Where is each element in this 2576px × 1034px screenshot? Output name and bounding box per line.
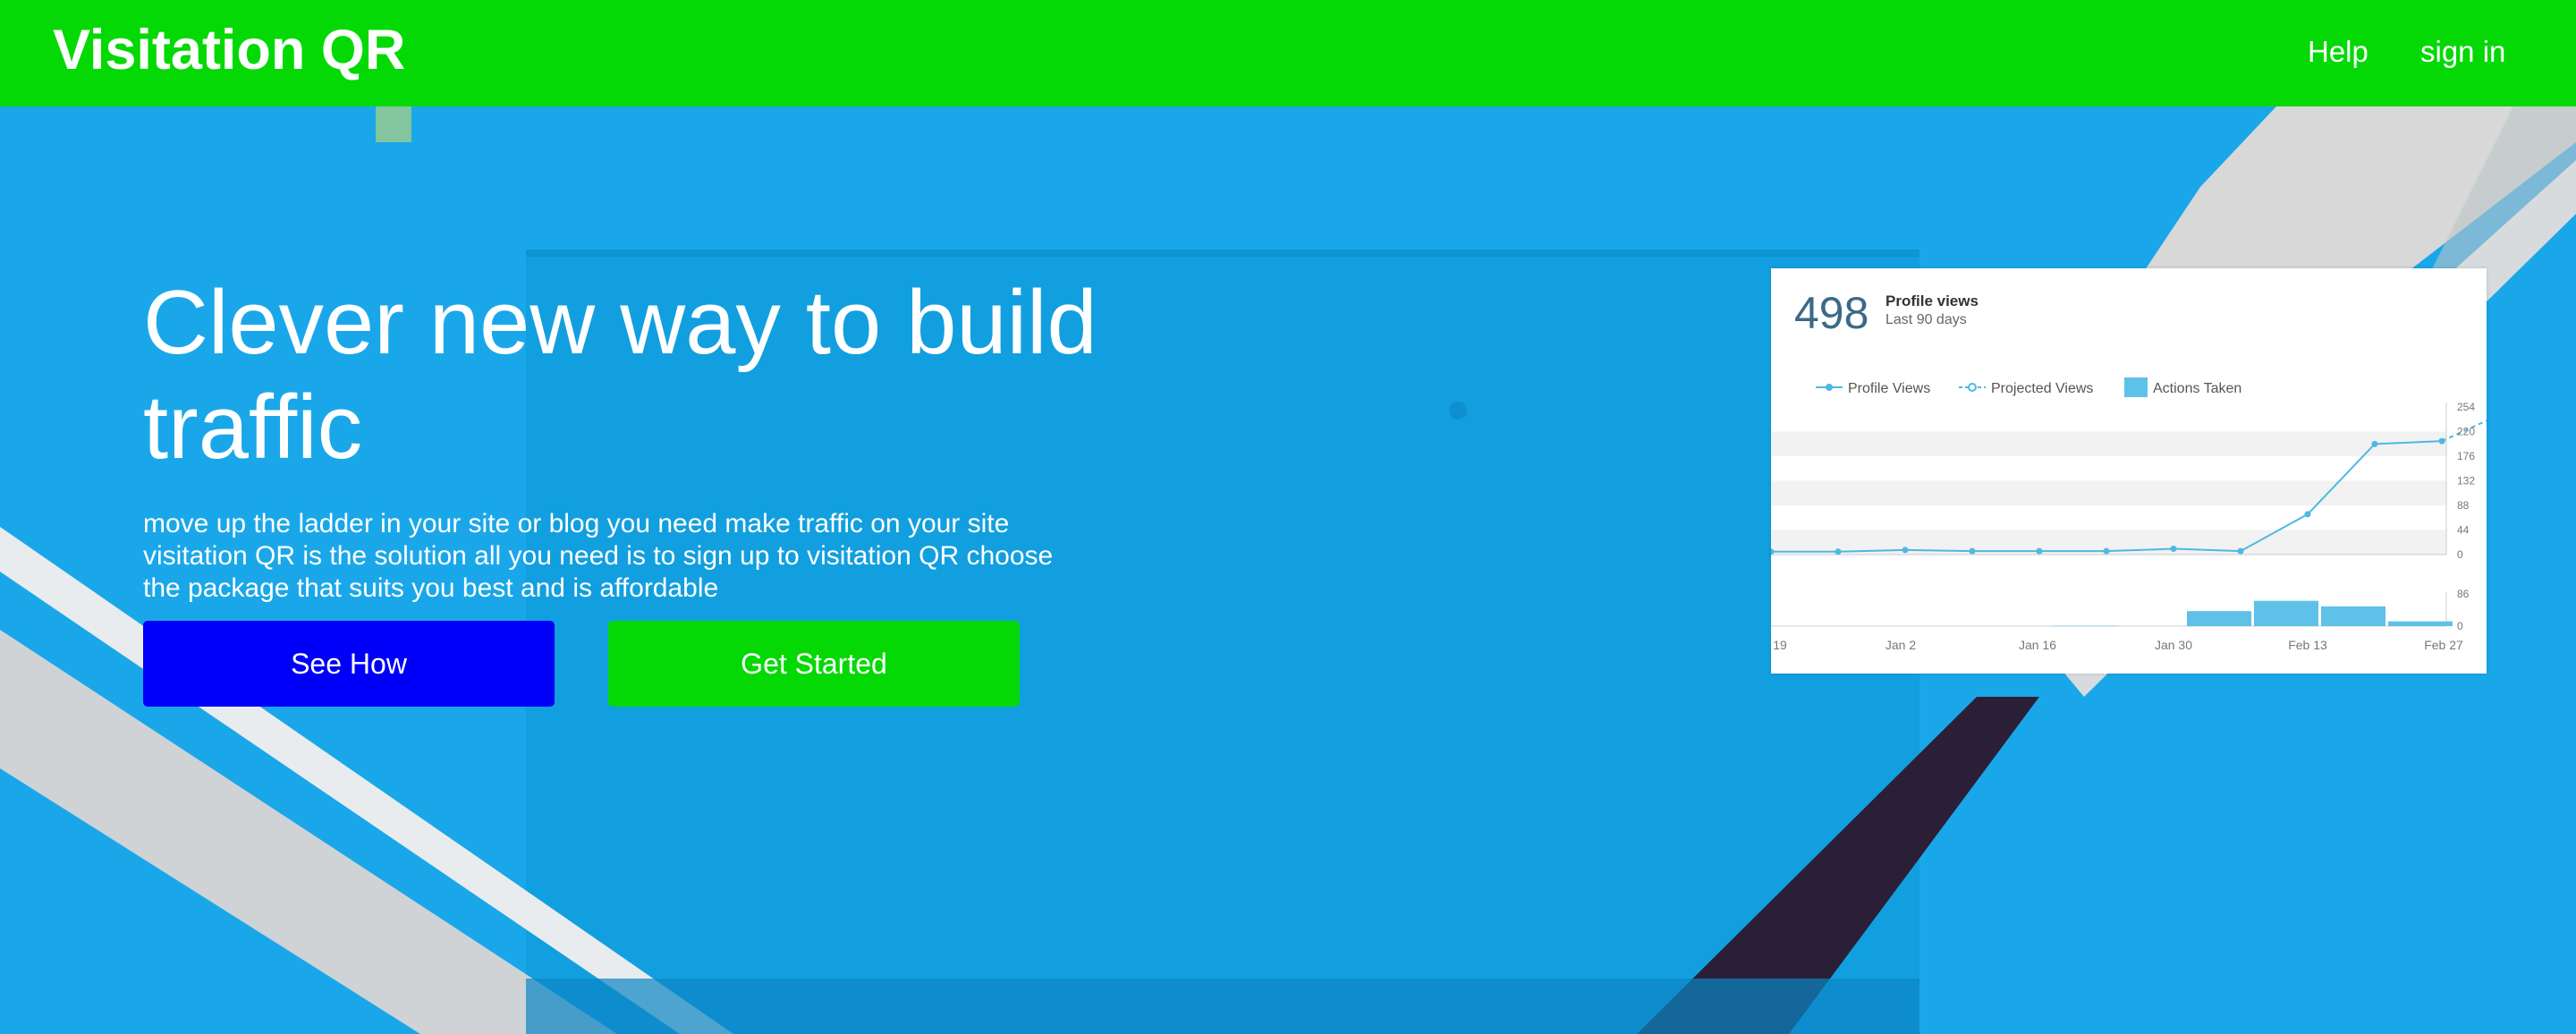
legend-marker-profile-views: [1826, 384, 1833, 391]
y-tick-label: 176: [2457, 450, 2475, 462]
nav-sign-in-link[interactable]: sign in: [2420, 32, 2505, 72]
actions-bar: [2321, 606, 2385, 626]
x-tick-label: Feb 27: [2424, 638, 2463, 652]
legend-swatch-actions-taken: [2124, 377, 2148, 397]
profile-views-point: [1969, 547, 1976, 555]
chart-gridlines: [1771, 403, 2447, 627]
stats-card: 498 Profile views Last 90 days Profile V…: [1771, 268, 2487, 674]
legend-marker-projected-views: [1968, 383, 1977, 392]
profile-views-point: [2036, 547, 2043, 555]
nav-help-link[interactable]: Help: [2308, 32, 2368, 72]
hero-headline-line1: Clever new way to build: [143, 273, 1097, 373]
actions-bar: [2388, 621, 2453, 626]
profile-views-chart: 498 Profile views Last 90 days Profile V…: [1771, 288, 2487, 652]
hero-description: move up the ladder in your site or blog …: [143, 508, 1172, 605]
hero-description-line2: visitation QR is the solution all you ne…: [143, 541, 1054, 571]
hero-section: Clever new way to build traffic move up …: [0, 106, 2576, 1034]
x-tick-label: Jan 2: [1885, 638, 1916, 652]
hero-headline: Clever new way to build traffic: [143, 271, 1216, 480]
y-tick-label: 0: [2457, 548, 2463, 561]
grid-band: [1771, 431, 2446, 456]
hero-headline-line2: traffic: [143, 377, 363, 478]
bar-y-tick-label: 0: [2457, 620, 2463, 632]
y-tick-label: 44: [2457, 524, 2470, 537]
profile-views-point: [1902, 547, 1909, 554]
actions-bar: [2187, 611, 2251, 626]
chart-legend: Profile Views Projected Views Actions Take…: [1816, 377, 2241, 397]
legend-label: Actions Taken: [2153, 381, 2241, 396]
x-tick-label: Jan 30: [2155, 638, 2192, 652]
bar-y-tick-label: 86: [2457, 588, 2470, 600]
actions-bars: [2053, 600, 2453, 626]
legend-label: Profile Views: [1848, 381, 1930, 396]
see-how-button[interactable]: See How: [143, 621, 555, 707]
y-tick-label: 220: [2457, 426, 2475, 438]
profile-views-point: [2237, 547, 2244, 555]
brand-logo[interactable]: Visitation QR: [53, 14, 405, 86]
profile-view-count: 498: [1794, 288, 1868, 338]
grid-band: [1771, 480, 2446, 505]
y-tick-label: 132: [2457, 475, 2475, 487]
x-tick-label: Feb 13: [2288, 638, 2327, 652]
x-tick-label: 19: [1773, 638, 1787, 652]
x-tick-label: Jan 16: [2019, 638, 2056, 652]
profile-views-point: [1835, 548, 1842, 555]
y-tick-label: 254: [2457, 401, 2475, 413]
profile-views-point: [2304, 511, 2311, 518]
legend-label: Projected Views: [1991, 381, 2093, 396]
actions-bar: [2254, 600, 2318, 626]
hero-description-line1: move up the ladder in your site or blog …: [143, 509, 1010, 538]
profile-views-point: [2371, 440, 2378, 447]
y-tick-label: 88: [2457, 499, 2470, 512]
top-navbar: Visitation QR Help sign in: [0, 0, 2576, 106]
hero-description-line3: the package that suits you best and is a…: [143, 573, 719, 603]
profile-views-sublabel: Last 90 days: [1885, 312, 1967, 327]
get-started-button[interactable]: Get Started: [608, 621, 1020, 707]
profile-views-point: [2170, 546, 2177, 553]
profile-views-point: [2103, 547, 2110, 555]
profile-views-label: Profile views: [1885, 292, 1979, 309]
